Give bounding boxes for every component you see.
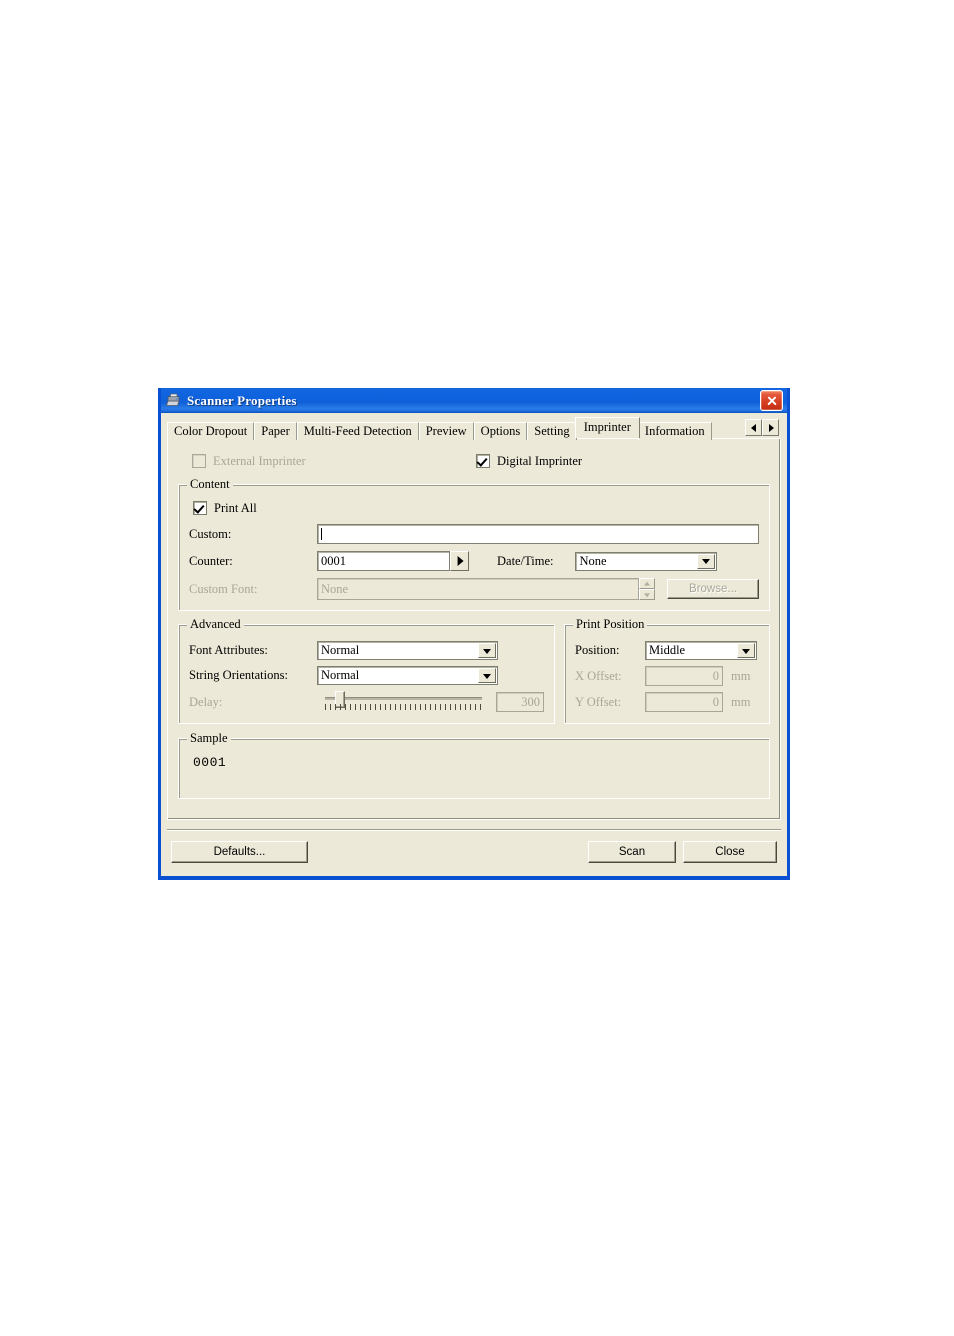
font-attributes-label: Font Attributes:	[189, 643, 268, 657]
counter-label: Counter:	[189, 553, 233, 568]
y-offset-row: Y Offset: 0 mm	[575, 692, 759, 712]
datetime-select[interactable]: None	[575, 551, 718, 571]
stepper-up-icon	[639, 578, 655, 589]
advanced-group-legend: Advanced	[187, 617, 244, 632]
datetime-label: Date/Time:	[497, 553, 554, 568]
stepper-down-icon	[639, 589, 655, 600]
delay-value-input: 300	[496, 692, 544, 712]
x-offset-label: X Offset:	[575, 668, 622, 683]
close-icon[interactable]	[760, 390, 783, 411]
digital-imprinter-label: Digital Imprinter	[497, 453, 583, 468]
font-attributes-row: Font Attributes: Normal	[189, 641, 544, 660]
external-imprinter-checkbox-box	[192, 454, 206, 468]
chevron-down-icon[interactable]	[697, 553, 716, 569]
position-row: Position: Middle	[575, 641, 759, 660]
advanced-group: Advanced Font Attributes: Normal String …	[178, 617, 555, 724]
string-orientations-select-value: Normal	[321, 668, 360, 682]
content-group-legend: Content	[187, 477, 233, 492]
y-offset-input: 0	[645, 692, 723, 712]
scanner-icon	[165, 392, 182, 409]
font-attributes-select-value: Normal	[321, 643, 360, 657]
dialog-footer: Defaults... Scan Close	[161, 831, 787, 876]
custom-label: Custom:	[189, 526, 232, 541]
defaults-button[interactable]: Defaults...	[171, 841, 308, 863]
print-position-group-legend: Print Position	[573, 617, 648, 632]
custom-row: Custom:	[189, 524, 759, 544]
text-caret	[321, 528, 322, 540]
tab-setting[interactable]: Setting	[527, 422, 577, 440]
string-orientations-row: String Orientations: Normal	[189, 666, 544, 685]
tab-multi-feed-detection[interactable]: Multi-Feed Detection	[296, 422, 419, 440]
window-title: Scanner Properties	[187, 392, 297, 408]
x-offset-row: X Offset: 0 mm	[575, 666, 759, 686]
chevron-down-icon[interactable]	[478, 643, 496, 658]
sample-value: 0001	[193, 755, 227, 770]
custom-font-input: None	[317, 578, 639, 600]
imprinter-tab-page: External Imprinter Digital Imprinter Con…	[167, 438, 781, 820]
custom-font-label: Custom Font:	[189, 581, 258, 596]
x-offset-unit: mm	[731, 668, 751, 683]
tab-options[interactable]: Options	[473, 422, 528, 440]
custom-input[interactable]	[317, 524, 759, 544]
tab-strip: Color Dropout Paper Multi-Feed Detection…	[161, 413, 787, 440]
print-all-label: Print All	[214, 500, 257, 515]
close-button[interactable]: Close	[683, 841, 777, 863]
delay-slider-track	[325, 697, 482, 700]
imprinter-type-row: External Imprinter Digital Imprinter	[178, 449, 770, 470]
position-select[interactable]: Middle	[645, 641, 757, 660]
tab-scroll-buttons	[745, 419, 779, 436]
external-imprinter-checkbox: External Imprinter	[192, 452, 476, 470]
string-orientations-label: String Orientations:	[189, 668, 288, 682]
custom-font-row: Custom Font: None Browse...	[189, 578, 759, 600]
tab-color-dropout[interactable]: Color Dropout	[167, 422, 255, 440]
string-orientations-select[interactable]: Normal	[317, 666, 498, 685]
content-group: Content Print All Custom: Counter: 0001 …	[178, 477, 770, 611]
delay-label: Delay:	[189, 694, 223, 709]
print-all-checkbox-box[interactable]	[193, 501, 207, 515]
position-select-value: Middle	[649, 643, 686, 657]
counter-next-icon[interactable]	[450, 551, 469, 571]
tab-imprinter[interactable]: Imprinter	[574, 417, 640, 438]
position-label: Position:	[575, 643, 620, 657]
external-imprinter-label: External Imprinter	[213, 453, 306, 468]
counter-row: Counter: 0001 Date/Time: None	[189, 551, 759, 571]
tab-scroll-right-icon[interactable]	[762, 419, 779, 436]
print-all-checkbox[interactable]: Print All	[193, 499, 759, 517]
digital-imprinter-checkbox[interactable]: Digital Imprinter	[476, 452, 582, 470]
font-attributes-select[interactable]: Normal	[317, 641, 498, 660]
chevron-down-icon[interactable]	[737, 643, 755, 658]
delay-slider-ticks	[325, 704, 482, 710]
y-offset-label: Y Offset:	[575, 694, 622, 709]
counter-input[interactable]: 0001	[317, 551, 450, 571]
tab-paper[interactable]: Paper	[254, 422, 297, 440]
tab-information[interactable]: Information	[637, 422, 712, 440]
tab-scroll-left-icon[interactable]	[745, 419, 762, 436]
chevron-down-icon[interactable]	[478, 668, 496, 683]
custom-font-stepper	[639, 578, 655, 600]
datetime-select-value: None	[579, 553, 607, 568]
sample-group: Sample 0001	[178, 731, 770, 799]
counter-spinner[interactable]: 0001	[317, 551, 469, 571]
y-offset-unit: mm	[731, 694, 751, 709]
delay-row: Delay: 300	[189, 689, 544, 715]
x-offset-input: 0	[645, 666, 723, 686]
scan-button[interactable]: Scan	[588, 841, 676, 863]
browse-button: Browse...	[667, 579, 759, 599]
digital-imprinter-checkbox-box[interactable]	[476, 454, 490, 468]
tab-preview[interactable]: Preview	[418, 422, 474, 440]
print-position-group: Print Position Position: Middle X Offset…	[564, 617, 770, 724]
advanced-and-position-row: Advanced Font Attributes: Normal String …	[178, 611, 770, 724]
scanner-properties-dialog: Scanner Properties Color Dropout Paper M…	[158, 388, 790, 880]
title-bar: Scanner Properties	[161, 388, 787, 413]
sample-group-legend: Sample	[187, 731, 231, 746]
delay-slider	[317, 689, 488, 715]
